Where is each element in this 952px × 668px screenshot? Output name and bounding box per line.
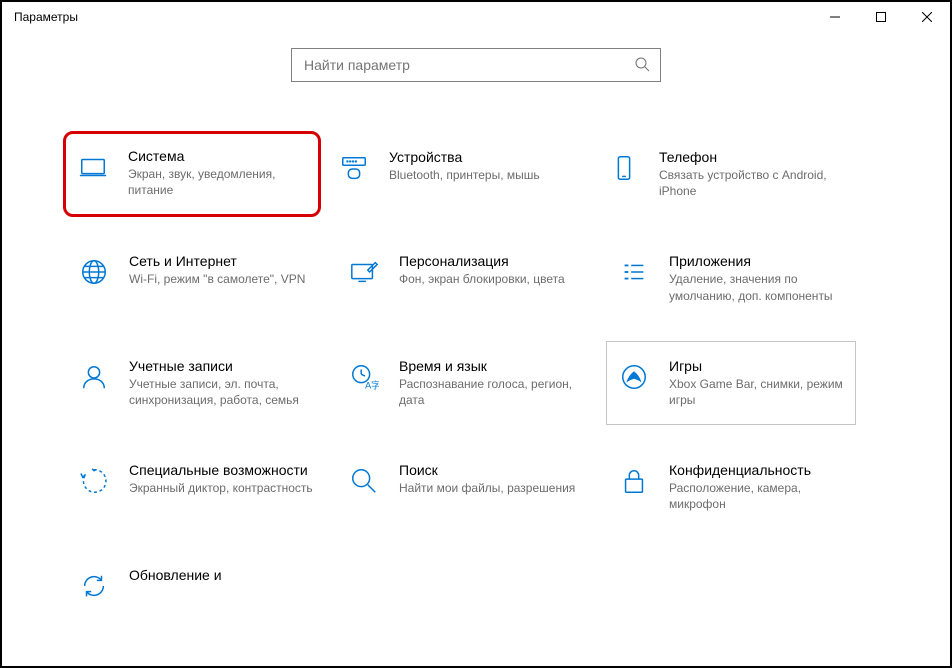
- search-row: [2, 32, 950, 90]
- apps-icon: [617, 255, 651, 289]
- category-title: Персонализация: [399, 253, 587, 269]
- categories-grid: Система Экран, звук, уведомления, питани…: [2, 90, 950, 608]
- search-input[interactable]: [302, 56, 634, 74]
- category-games[interactable]: Игры Xbox Game Bar, снимки, режим игры: [606, 341, 856, 425]
- search-icon: [634, 56, 650, 75]
- category-desc: Распознавание голоса, регион, дата: [399, 376, 587, 408]
- category-privacy[interactable]: Конфиденциальность Расположение, камера,…: [612, 457, 862, 517]
- category-title: Устройства: [389, 149, 577, 165]
- category-title: Время и язык: [399, 358, 587, 374]
- category-title: Игры: [669, 358, 845, 374]
- category-desc: Wi-Fi, режим "в самолете", VPN: [129, 271, 317, 287]
- settings-window: Параметры: [0, 0, 952, 668]
- window-title: Параметры: [14, 10, 78, 24]
- category-desc: Экран, звук, уведомления, питание: [128, 166, 308, 198]
- category-time-language[interactable]: A字 Время и язык Распознавание голоса, ре…: [342, 353, 592, 413]
- time-language-icon: A字: [347, 360, 381, 394]
- category-desc: Фон, экран блокировки, цвета: [399, 271, 587, 287]
- category-devices[interactable]: Устройства Bluetooth, принтеры, мышь: [332, 144, 582, 204]
- personalization-icon: [347, 255, 381, 289]
- category-title: Специальные возможности: [129, 462, 317, 478]
- devices-icon: [337, 151, 371, 185]
- category-title: Обновление и: [129, 567, 317, 583]
- category-desc: Удаление, значения по умолчанию, доп. ко…: [669, 271, 857, 303]
- category-title: Учетные записи: [129, 358, 317, 374]
- category-desc: Экранный диктор, контрастность: [129, 480, 317, 496]
- window-controls: [812, 2, 950, 32]
- category-phone[interactable]: Телефон Связать устройство с Android, iP…: [602, 144, 852, 204]
- category-search[interactable]: Поиск Найти мои файлы, разрешения: [342, 457, 592, 517]
- category-apps[interactable]: Приложения Удаление, значения по умолчан…: [612, 248, 862, 308]
- category-accessibility[interactable]: Специальные возможности Экранный диктор,…: [72, 457, 322, 517]
- category-desc: Bluetooth, принтеры, мышь: [389, 167, 577, 183]
- category-accounts[interactable]: Учетные записи Учетные записи, эл. почта…: [72, 353, 322, 413]
- category-system[interactable]: Система Экран, звук, уведомления, питани…: [63, 131, 321, 217]
- category-title: Сеть и Интернет: [129, 253, 317, 269]
- titlebar: Параметры: [2, 2, 950, 32]
- category-title: Система: [128, 148, 308, 164]
- accessibility-icon: [77, 464, 111, 498]
- category-title: Телефон: [659, 149, 847, 165]
- category-title: Приложения: [669, 253, 857, 269]
- category-desc: Xbox Game Bar, снимки, режим игры: [669, 376, 845, 408]
- svg-text:A字: A字: [365, 379, 379, 390]
- games-icon: [617, 360, 651, 394]
- category-desc: Найти мои файлы, разрешения: [399, 480, 587, 496]
- privacy-icon: [617, 464, 651, 498]
- category-update[interactable]: Обновление и: [72, 562, 322, 608]
- category-title: Поиск: [399, 462, 587, 478]
- category-desc: Учетные записи, эл. почта, синхронизация…: [129, 376, 317, 408]
- phone-icon: [607, 151, 641, 185]
- category-desc: Связать устройство с Android, iPhone: [659, 167, 847, 199]
- system-icon: [76, 150, 110, 184]
- search-category-icon: [347, 464, 381, 498]
- category-title: Конфиденциальность: [669, 462, 857, 478]
- network-icon: [77, 255, 111, 289]
- category-personalization[interactable]: Персонализация Фон, экран блокировки, цв…: [342, 248, 592, 308]
- close-button[interactable]: [904, 2, 950, 32]
- category-desc: Расположение, камера, микрофон: [669, 480, 857, 512]
- maximize-button[interactable]: [858, 2, 904, 32]
- accounts-icon: [77, 360, 111, 394]
- minimize-button[interactable]: [812, 2, 858, 32]
- search-box[interactable]: [291, 48, 661, 82]
- category-network[interactable]: Сеть и Интернет Wi-Fi, режим "в самолете…: [72, 248, 322, 308]
- update-icon: [77, 569, 111, 603]
